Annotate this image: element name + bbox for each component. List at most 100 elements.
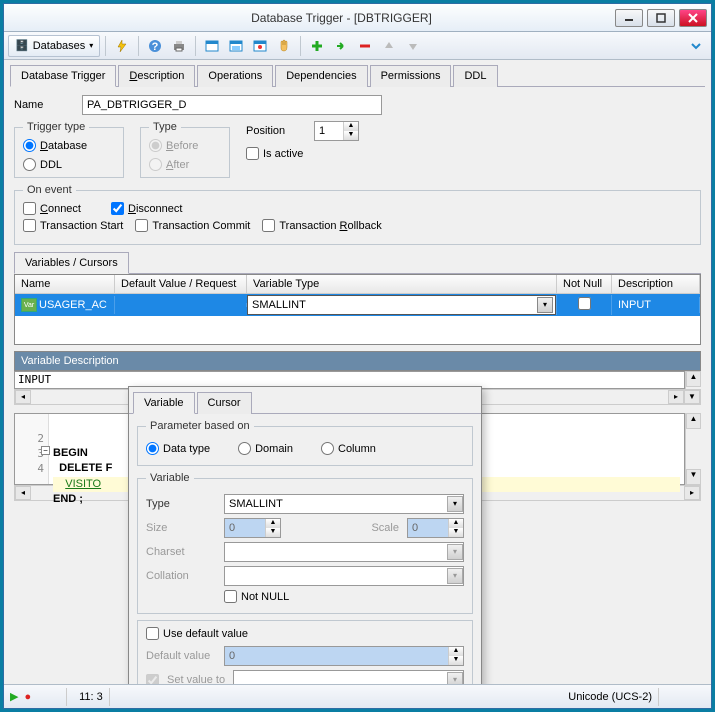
window3-icon[interactable] <box>249 35 271 57</box>
radio-column[interactable] <box>321 442 334 455</box>
col-notnull[interactable]: Not Null <box>557 275 612 293</box>
col-desc[interactable]: Description <box>612 275 700 293</box>
disconnect-checkbox[interactable] <box>111 202 124 215</box>
row-notnull-checkbox[interactable] <box>578 297 591 310</box>
hand-icon[interactable] <box>273 35 295 57</box>
window2-icon[interactable] <box>225 35 247 57</box>
fold-icon[interactable]: − <box>41 446 50 455</box>
chevron-down-icon[interactable]: ▾ <box>537 297 553 313</box>
add-icon[interactable] <box>306 35 328 57</box>
databases-label: Databases <box>33 40 86 52</box>
tab-variable[interactable]: Variable <box>133 392 195 414</box>
statusbar: ▶ ● 11: 3 Unicode (UCS-2) <box>4 684 711 708</box>
tab-permissions[interactable]: Permissions <box>370 65 452 87</box>
notnull-checkbox[interactable] <box>224 590 237 603</box>
trigger-type-fieldset: Trigger type Database DDL <box>14 121 124 178</box>
var-icon: Var <box>21 298 37 312</box>
col-name[interactable]: Name <box>15 275 115 293</box>
lightning-icon[interactable] <box>111 35 133 57</box>
position-spinner[interactable]: ▲▼ <box>314 121 359 141</box>
help-icon[interactable]: ? <box>144 35 166 57</box>
table-row[interactable]: VarUSAGER_AC SMALLINT ▾ INPUT <box>15 294 700 316</box>
spin-down-icon[interactable]: ▼ <box>344 131 358 140</box>
set-value-select: ▾ <box>233 670 464 684</box>
database-icon: 🗄️ <box>15 39 29 52</box>
down-icon[interactable] <box>402 35 424 57</box>
toolbar: 🗄️ Databases ▾ ? <box>4 32 711 60</box>
on-event-fieldset: On event Connect Disconnect Transaction … <box>14 184 701 245</box>
titlebar: Database Trigger - [DBTRIGGER] <box>4 4 711 32</box>
col-default[interactable]: Default Value / Request <box>115 275 247 293</box>
row-type-value: SMALLINT <box>252 299 306 311</box>
size-input: ▲▼ <box>224 518 281 538</box>
charset-select: ▾ <box>224 542 464 562</box>
tab-dependencies[interactable]: Dependencies <box>275 65 367 87</box>
row-default <box>115 303 247 307</box>
up-icon[interactable] <box>378 35 400 57</box>
type-select[interactable]: SMALLINT ▾ <box>224 494 464 514</box>
collation-select: ▾ <box>224 566 464 586</box>
default-value-label: Default value <box>146 650 216 662</box>
collapse-icon[interactable] <box>685 35 707 57</box>
radio-datatype-label: Data type <box>163 443 210 455</box>
code-vscroll[interactable]: ▲▼ <box>685 413 701 485</box>
radio-domain[interactable] <box>238 442 251 455</box>
tcommit-checkbox[interactable] <box>135 219 148 232</box>
remove-icon[interactable] <box>354 35 376 57</box>
size-label: Size <box>146 522 216 534</box>
position-input[interactable] <box>315 125 343 137</box>
use-default-label: Use default value <box>163 628 248 640</box>
cursor-position: 11: 3 <box>73 688 110 706</box>
content-area: Database Trigger Description Operations … <box>4 60 711 684</box>
window1-icon[interactable] <box>201 35 223 57</box>
desc-vscroll[interactable]: ▲ <box>685 371 701 389</box>
chevron-down-icon[interactable]: ▾ <box>447 496 463 512</box>
radio-datatype[interactable] <box>146 442 159 455</box>
is-active-checkbox[interactable] <box>246 147 259 160</box>
radio-after-label: After <box>166 159 189 171</box>
param-legend: Parameter based on <box>146 420 254 432</box>
variables-grid: Name Default Value / Request Variable Ty… <box>14 274 701 345</box>
encoding-label: Unicode (UCS-2) <box>562 688 659 706</box>
row-type-dropdown[interactable]: SMALLINT ▾ <box>247 295 556 315</box>
is-active-label: Is active <box>263 148 303 160</box>
tab-operations[interactable]: Operations <box>197 65 273 87</box>
svg-text:?: ? <box>152 41 159 53</box>
maximize-button[interactable] <box>647 9 675 27</box>
tstart-checkbox[interactable] <box>23 219 36 232</box>
trollback-checkbox[interactable] <box>262 219 275 232</box>
close-button[interactable] <box>679 9 707 27</box>
arrow-right-icon[interactable] <box>330 35 352 57</box>
record-icon[interactable]: ● <box>24 691 31 703</box>
connect-checkbox[interactable] <box>23 202 36 215</box>
type-legend: Type <box>149 121 181 133</box>
scale-label: Scale <box>289 522 399 534</box>
variable-dialog: Variable Cursor Parameter based on Data … <box>128 386 482 684</box>
tab-ddl[interactable]: DDL <box>453 65 497 87</box>
trigger-type-legend: Trigger type <box>23 121 89 133</box>
window-title: Database Trigger - [DBTRIGGER] <box>68 11 615 25</box>
print-icon[interactable] <box>168 35 190 57</box>
position-label: Position <box>246 125 306 137</box>
set-value-label: Set value to <box>167 674 225 684</box>
radio-after <box>149 158 162 171</box>
default-value-input: ▲▼ <box>224 646 464 666</box>
radio-database[interactable] <box>23 139 36 152</box>
use-default-checkbox[interactable] <box>146 627 159 640</box>
play-icon[interactable]: ▶ <box>10 690 18 703</box>
type-value: SMALLINT <box>229 498 283 510</box>
col-type[interactable]: Variable Type <box>247 275 557 293</box>
tab-cursor[interactable]: Cursor <box>197 392 252 414</box>
tab-description[interactable]: Description <box>118 65 195 87</box>
minimize-button[interactable] <box>615 9 643 27</box>
radio-ddl[interactable] <box>23 158 36 171</box>
window-root: Database Trigger - [DBTRIGGER] 🗄️ Databa… <box>3 3 712 709</box>
tab-variables-cursors[interactable]: Variables / Cursors <box>14 252 129 274</box>
databases-dropdown[interactable]: 🗄️ Databases ▾ <box>8 35 100 57</box>
tab-database-trigger[interactable]: Database Trigger <box>10 65 116 87</box>
spin-up-icon[interactable]: ▲ <box>344 122 358 131</box>
default-fieldset: Use default value Default value ▲▼ Set v… <box>137 620 473 684</box>
name-input[interactable] <box>82 95 382 115</box>
on-event-legend: On event <box>23 184 76 196</box>
type-fieldset: Type Before After <box>140 121 230 178</box>
